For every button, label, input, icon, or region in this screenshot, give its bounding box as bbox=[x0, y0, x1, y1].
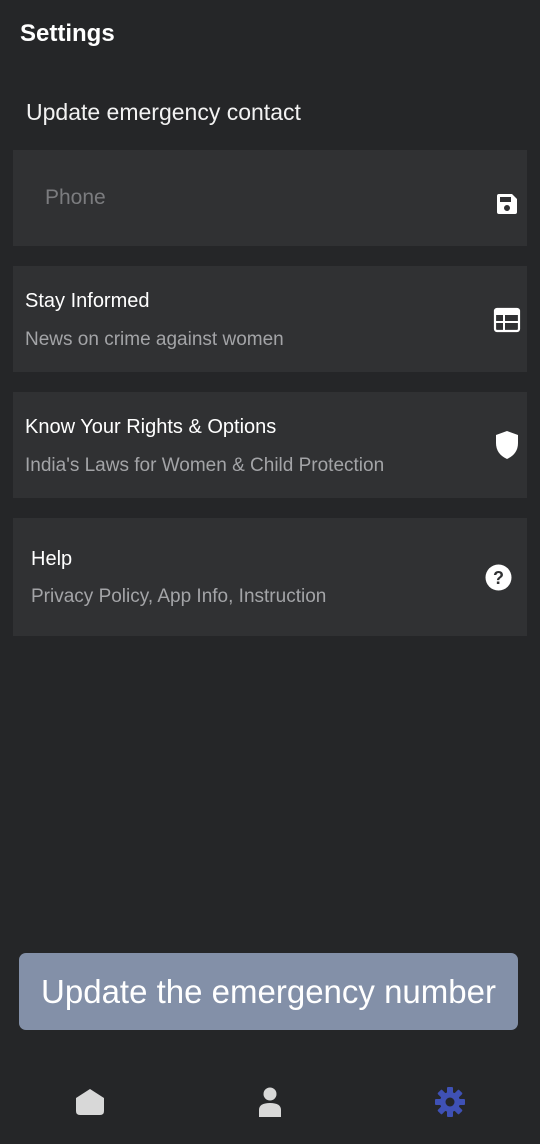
svg-text:?: ? bbox=[493, 568, 504, 588]
know-your-rights-subtitle: India's Laws for Women & Child Protectio… bbox=[25, 455, 385, 476]
help-subtitle: Privacy Policy, App Info, Instruction bbox=[31, 586, 327, 607]
know-your-rights-item[interactable]: Know Your Rights & Options India's Laws … bbox=[13, 392, 527, 498]
know-your-rights-title: Know Your Rights & Options bbox=[25, 416, 277, 438]
shield-icon bbox=[496, 431, 518, 459]
page-title: Settings bbox=[20, 20, 115, 47]
nav-home-button[interactable] bbox=[60, 1074, 120, 1130]
nav-settings-button[interactable] bbox=[420, 1074, 480, 1130]
newspaper-icon bbox=[493, 307, 521, 333]
person-icon bbox=[259, 1087, 281, 1117]
bottom-navigation bbox=[0, 1060, 540, 1144]
phone-input[interactable] bbox=[45, 180, 465, 216]
save-icon[interactable] bbox=[495, 192, 519, 216]
help-item[interactable]: Help Privacy Policy, App Info, Instructi… bbox=[13, 518, 527, 636]
stay-informed-item[interactable]: Stay Informed News on crime against wome… bbox=[13, 266, 527, 372]
gear-icon bbox=[435, 1087, 465, 1117]
emergency-contact-card bbox=[13, 150, 527, 246]
emergency-contact-heading: Update emergency contact bbox=[26, 99, 301, 125]
help-icon: ? bbox=[485, 564, 512, 591]
stay-informed-subtitle: News on crime against women bbox=[25, 329, 284, 350]
help-title: Help bbox=[31, 548, 73, 570]
toast-message: Update the emergency number bbox=[19, 953, 518, 1030]
stay-informed-title: Stay Informed bbox=[25, 290, 150, 312]
nav-profile-button[interactable] bbox=[240, 1074, 300, 1130]
home-icon bbox=[76, 1089, 104, 1115]
